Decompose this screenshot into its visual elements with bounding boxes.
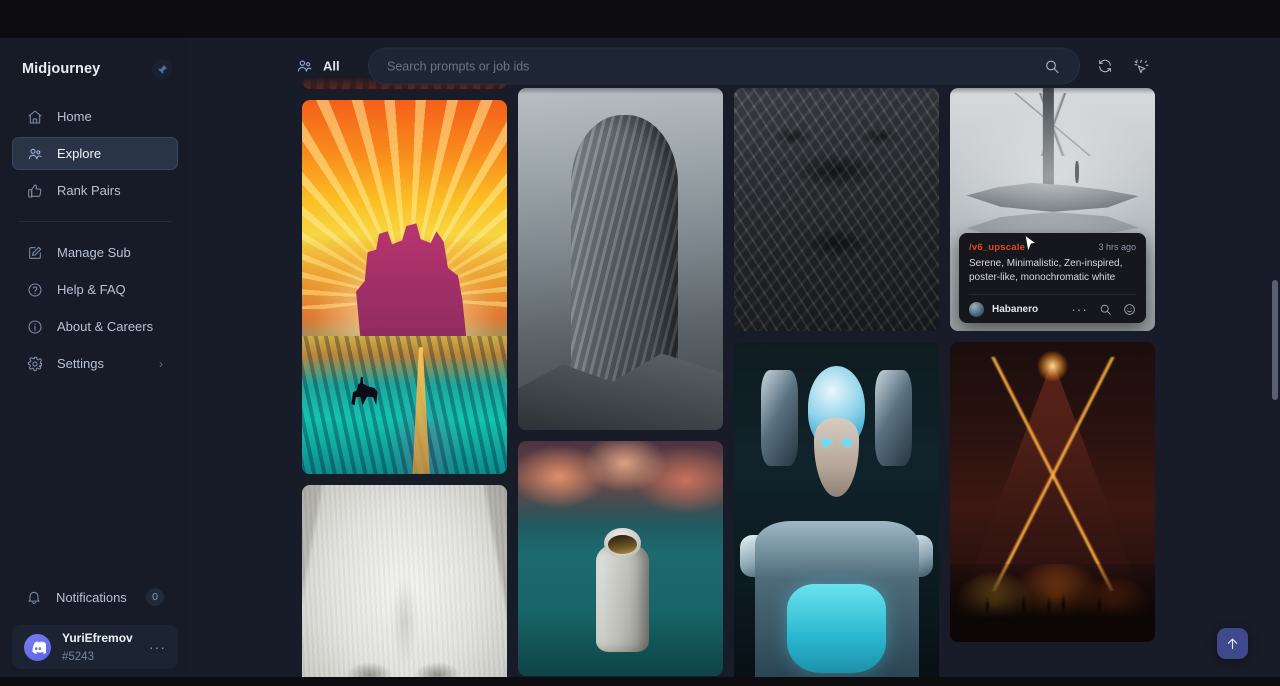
info-circle-icon xyxy=(27,319,43,335)
notifications-row[interactable]: Notifications 0 xyxy=(0,581,190,613)
overlay-header: /v6_upscale 3 hrs ago xyxy=(969,242,1136,253)
chevron-right-icon: › xyxy=(159,357,163,371)
filter-all-label: All xyxy=(323,59,340,74)
tile-white-stone-face[interactable] xyxy=(302,485,507,677)
notifications-label: Notifications xyxy=(56,590,127,605)
image-info-overlay: /v6_upscale 3 hrs ago Serene, Minimalist… xyxy=(959,233,1146,323)
more-options-icon[interactable]: ··· xyxy=(1071,303,1088,316)
page-scrollbar[interactable] xyxy=(1272,38,1278,677)
sidebar-item-label: Settings xyxy=(57,356,104,371)
profile-discriminator: #5243 xyxy=(62,651,94,663)
search-bar[interactable] xyxy=(368,48,1080,85)
artwork-cyborg-woman xyxy=(734,342,939,677)
profile-text: YuriEfremov #5243 xyxy=(62,629,138,665)
job-prompt-text: Serene, Minimalistic, Zen-inspired, post… xyxy=(969,257,1136,285)
tile-shrouded-figure[interactable] xyxy=(518,88,723,430)
sidebar-item-rank-pairs[interactable]: Rank Pairs xyxy=(12,174,178,207)
artwork-underwater-astronaut xyxy=(518,441,723,676)
profile-username: YuriEfremov xyxy=(62,631,133,645)
artwork-carved-rock-face xyxy=(734,88,939,331)
secondary-nav: Manage Sub Help & FAQ About & Careers Se… xyxy=(0,236,190,380)
edit-square-icon xyxy=(27,245,43,261)
gallery-column-1 xyxy=(302,38,507,677)
gallery-column-2 xyxy=(518,88,723,677)
artwork-burning-pyramid xyxy=(950,342,1155,642)
sidebar-footer: Notifications 0 YuriEfremov #5243 ··· xyxy=(0,581,190,669)
tile-burning-pyramid[interactable] xyxy=(950,342,1155,642)
brand-header: Midjourney xyxy=(0,38,190,86)
discord-icon xyxy=(24,634,51,661)
tile-psychedelic-castle[interactable] xyxy=(302,100,507,474)
search-input[interactable] xyxy=(387,59,1041,73)
sidebar-item-settings[interactable]: Settings › xyxy=(12,347,178,380)
arrow-up-icon xyxy=(1225,636,1240,651)
thumbs-up-icon xyxy=(27,183,43,199)
artwork-psychedelic-castle xyxy=(302,100,507,474)
tile-zen-monochrome[interactable]: /v6_upscale 3 hrs ago Serene, Minimalist… xyxy=(950,88,1155,331)
pin-icon[interactable] xyxy=(152,59,172,79)
question-circle-icon xyxy=(27,282,43,298)
app-title: Midjourney xyxy=(22,61,100,77)
sparkle-cursor-icon[interactable] xyxy=(1128,53,1154,79)
primary-nav: Home Explore Rank Pairs xyxy=(0,100,190,207)
job-command-tag: /v6_upscale xyxy=(969,242,1025,253)
sidebar-item-label: Rank Pairs xyxy=(57,183,121,198)
author-avatar xyxy=(969,302,984,317)
profile-menu-icon[interactable]: ··· xyxy=(149,639,166,655)
gallery-column-3 xyxy=(734,88,939,677)
sidebar-item-label: Home xyxy=(57,109,92,124)
overlay-footer: Habanero ··· xyxy=(969,294,1136,317)
sidebar-item-label: About & Careers xyxy=(57,319,153,334)
artwork-shrouded-figure xyxy=(518,88,723,430)
search-icon[interactable] xyxy=(1041,55,1063,77)
artwork-white-stone-face xyxy=(302,485,507,677)
sidebar-item-about-careers[interactable]: About & Careers xyxy=(12,310,178,343)
image-gallery: /v6_upscale 3 hrs ago Serene, Minimalist… xyxy=(190,38,1280,677)
sidebar-divider xyxy=(18,221,172,222)
bottom-chrome-bar xyxy=(0,677,1280,686)
sidebar-item-label: Manage Sub xyxy=(57,245,131,260)
user-profile-card[interactable]: YuriEfremov #5243 ··· xyxy=(12,625,178,669)
sidebar-item-manage-sub[interactable]: Manage Sub xyxy=(12,236,178,269)
tile-underwater-astronaut[interactable] xyxy=(518,441,723,676)
author-username: Habanero xyxy=(992,304,1038,315)
tile-cyborg-woman[interactable] xyxy=(734,342,939,677)
gallery-column-4: /v6_upscale 3 hrs ago Serene, Minimalist… xyxy=(950,88,1155,677)
sidebar-item-label: Help & FAQ xyxy=(57,282,126,297)
topbar: All xyxy=(190,38,1280,94)
sidebar-item-label: Explore xyxy=(57,146,101,161)
overlay-actions: ··· xyxy=(1071,303,1136,316)
filter-all-button[interactable]: All xyxy=(296,58,340,75)
notifications-count-badge: 0 xyxy=(146,588,164,606)
home-icon xyxy=(27,109,43,125)
browser-chrome-bar xyxy=(0,0,1280,38)
sidebar-item-explore[interactable]: Explore xyxy=(12,137,178,170)
zoom-search-icon[interactable] xyxy=(1099,303,1112,316)
app-shell: Midjourney Home Explore xyxy=(0,38,1280,677)
explore-people-icon xyxy=(27,146,43,162)
refresh-icon[interactable] xyxy=(1092,53,1118,79)
sidebar: Midjourney Home Explore xyxy=(0,38,190,677)
scroll-to-top-button[interactable] xyxy=(1217,628,1248,659)
tile-carved-rock-face[interactable] xyxy=(734,88,939,331)
bell-icon xyxy=(26,589,42,605)
job-timestamp: 3 hrs ago xyxy=(1098,242,1136,252)
people-group-icon xyxy=(296,58,313,75)
gear-icon xyxy=(27,356,43,372)
scrollbar-thumb[interactable] xyxy=(1272,280,1278,400)
react-emoji-icon[interactable] xyxy=(1123,303,1136,316)
sidebar-item-home[interactable]: Home xyxy=(12,100,178,133)
main-content: /v6_upscale 3 hrs ago Serene, Minimalist… xyxy=(190,38,1280,677)
sidebar-item-help-faq[interactable]: Help & FAQ xyxy=(12,273,178,306)
